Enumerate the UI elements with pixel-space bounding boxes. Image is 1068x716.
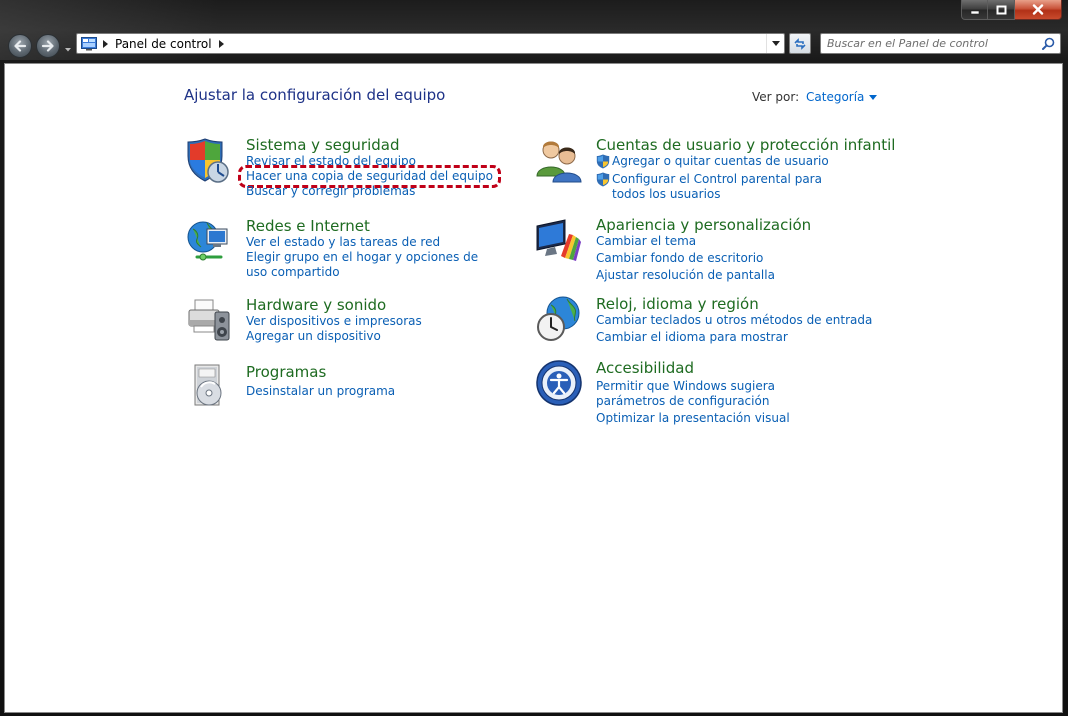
chevron-down-icon: [869, 94, 878, 100]
uac-shield-icon: [596, 154, 610, 169]
link-screen-resolution[interactable]: Ajustar resolución de pantalla: [596, 268, 811, 283]
view-by-label: Ver por:: [752, 90, 800, 104]
link-display-language[interactable]: Cambiar el idioma para mostrar: [596, 330, 872, 345]
category-title-programs[interactable]: Programas: [246, 363, 395, 381]
category-body: Hardware y sonido Ver dispositivos e imp…: [246, 296, 422, 344]
link-parental-controls-row: Configurar el Control parental para todo…: [596, 172, 856, 202]
back-button[interactable]: [8, 34, 32, 58]
category-title-hardware-sound[interactable]: Hardware y sonido: [246, 296, 422, 314]
arrow-left-icon: [14, 40, 27, 52]
link-review-status[interactable]: Revisar el estado del equipo: [246, 154, 497, 169]
category-appearance: Apariencia y personalización Cambiar el …: [535, 216, 855, 286]
navigation-bar: Panel de control: [0, 28, 1068, 62]
refresh-button[interactable]: [789, 33, 811, 54]
link-uninstall-program[interactable]: Desinstalar un programa: [246, 384, 395, 399]
clock-globe-icon[interactable]: [535, 295, 583, 343]
link-homegroup-sharing[interactable]: Elegir grupo en el hogar y opciones de u…: [246, 250, 486, 280]
category-hardware-sound: Hardware y sonido Ver dispositivos e imp…: [185, 296, 505, 356]
security-shield-icon[interactable]: [185, 136, 233, 184]
link-windows-suggest-settings[interactable]: Permitir que Windows sugiera parámetros …: [596, 379, 846, 409]
category-title-accessibility[interactable]: Accesibilidad: [596, 359, 846, 377]
minimize-icon: [970, 10, 979, 14]
close-icon: [1032, 4, 1044, 15]
category-user-accounts: Cuentas de usuario y protección infantil…: [535, 136, 895, 206]
close-button[interactable]: [1015, 0, 1062, 20]
search-input[interactable]: [821, 34, 1031, 53]
category-body: Programas Desinstalar un programa: [246, 363, 395, 399]
link-add-remove-accounts[interactable]: Agregar o quitar cuentas de usuario: [612, 154, 829, 168]
category-title-appearance[interactable]: Apariencia y personalización: [596, 216, 811, 234]
category-accessibility: Accesibilidad Permitir que Windows sugie…: [535, 359, 855, 429]
link-backup-computer[interactable]: Hacer una copia de seguridad del equipo: [238, 165, 501, 188]
category-body: Sistema y seguridad Revisar el estado de…: [238, 136, 501, 199]
category-system-security: Sistema y seguridad Revisar el estado de…: [185, 136, 505, 206]
link-network-status-tasks[interactable]: Ver el estado y las tareas de red: [246, 235, 486, 250]
link-desktop-background[interactable]: Cambiar fondo de escritorio: [596, 251, 811, 266]
breadcrumb-control-panel[interactable]: Panel de control: [111, 37, 216, 51]
search-icon[interactable]: [1042, 37, 1055, 50]
users-icon[interactable]: [535, 136, 583, 184]
link-keyboards-input[interactable]: Cambiar teclados u otros métodos de entr…: [596, 313, 872, 328]
printer-speaker-icon[interactable]: [185, 296, 233, 344]
minimize-button[interactable]: [961, 0, 988, 20]
programs-disc-icon[interactable]: [185, 363, 233, 411]
category-title-network-internet[interactable]: Redes e Internet: [246, 217, 486, 235]
link-change-theme[interactable]: Cambiar el tema: [596, 234, 811, 249]
link-devices-printers[interactable]: Ver dispositivos e impresoras: [246, 314, 422, 329]
link-find-fix-problems[interactable]: Buscar y corregir problemas: [246, 184, 497, 199]
display-palette-icon[interactable]: [535, 216, 583, 264]
link-optimize-display[interactable]: Optimizar la presentación visual: [596, 411, 846, 426]
category-body: Apariencia y personalización Cambiar el …: [596, 216, 811, 283]
category-title-user-accounts[interactable]: Cuentas de usuario y protección infantil: [596, 136, 895, 154]
uac-shield-icon: [596, 172, 610, 187]
view-by-dropdown[interactable]: Categoría: [806, 90, 878, 104]
content-pane: Ajustar la configuración del equipo Ver …: [4, 63, 1063, 713]
category-programs: Programas Desinstalar un programa: [185, 363, 505, 413]
arrow-right-icon: [41, 40, 54, 52]
category-body: Redes e Internet Ver el estado y las tar…: [246, 217, 486, 280]
breadcrumb-separator-icon[interactable]: [216, 39, 228, 48]
recent-pages-dropdown[interactable]: [64, 42, 72, 56]
caption-buttons: [961, 0, 1062, 20]
search-box[interactable]: [820, 33, 1061, 54]
page-title: Ajustar la configuración del equipo: [184, 86, 446, 104]
category-body: Accesibilidad Permitir que Windows sugie…: [596, 359, 846, 426]
control-panel-icon: [79, 35, 99, 53]
address-bar[interactable]: Panel de control: [76, 33, 785, 54]
maximize-button[interactable]: [988, 0, 1015, 20]
address-dropdown-button[interactable]: [766, 34, 784, 53]
link-parental-controls[interactable]: Configurar el Control parental para todo…: [612, 172, 822, 201]
chevron-down-icon: [771, 41, 780, 46]
category-body: Reloj, idioma y región Cambiar teclados …: [596, 295, 872, 345]
breadcrumb-separator-icon[interactable]: [99, 39, 111, 48]
link-add-remove-accounts-row: Agregar o quitar cuentas de usuario: [596, 154, 895, 169]
category-clock-region: Reloj, idioma y región Cambiar teclados …: [535, 295, 872, 355]
view-by-value[interactable]: Categoría: [806, 90, 864, 104]
category-title-system-security[interactable]: Sistema y seguridad: [246, 136, 497, 154]
link-add-device[interactable]: Agregar un dispositivo: [246, 329, 422, 344]
category-body: Cuentas de usuario y protección infantil…: [596, 136, 895, 202]
refresh-icon: [794, 37, 806, 50]
network-globe-icon[interactable]: [185, 217, 233, 265]
forward-button[interactable]: [36, 34, 60, 58]
category-title-clock-region[interactable]: Reloj, idioma y región: [596, 295, 872, 313]
link-backup-highlighted-wrapper: Hacer una copia de seguridad del equipo: [238, 165, 501, 188]
maximize-icon: [996, 5, 1006, 14]
chevron-down-icon: [65, 48, 71, 52]
category-network-internet: Redes e Internet Ver el estado y las tar…: [185, 217, 505, 287]
accessibility-icon[interactable]: [535, 359, 583, 407]
window-frame: Panel de control Ajustar la configuració…: [0, 0, 1068, 716]
